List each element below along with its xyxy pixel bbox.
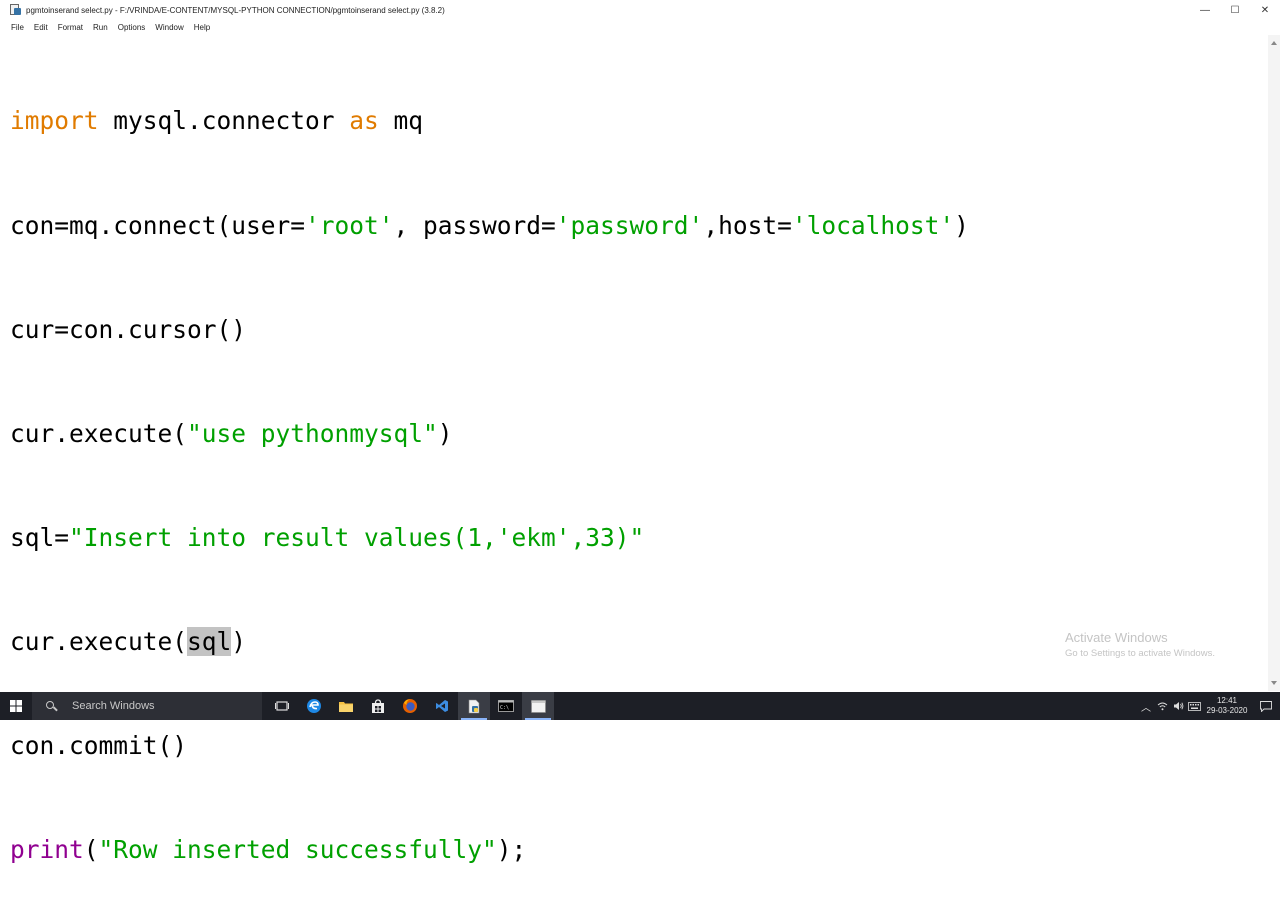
firefox-button[interactable] [394, 692, 426, 720]
python-window-icon [530, 699, 546, 713]
taskbar-clock[interactable]: 12:41 29-03-2020 [1202, 696, 1252, 716]
activation-watermark: Activate Windows Go to Settings to activ… [1065, 630, 1215, 659]
code-token: ) [231, 626, 247, 656]
code-line-4: cur.execute("use pythonmysql") [10, 417, 969, 452]
code-line-2: con=mq.connect(user='root', password='pa… [10, 209, 969, 244]
keyword: import [10, 106, 99, 136]
string-literal: "use pythonmysql" [187, 418, 438, 448]
search-placeholder: Search Windows [72, 700, 155, 712]
python-document-icon [468, 699, 480, 713]
firefox-icon [403, 699, 417, 713]
store-button[interactable] [362, 692, 394, 720]
keyword: as [349, 106, 379, 136]
string-literal: "Insert into result values(1,'ekm',33)" [69, 522, 645, 552]
scroll-down-icon[interactable] [1271, 681, 1277, 685]
menu-bar: File Edit Format Run Options Window Help [0, 20, 1280, 35]
windows-logo-icon [10, 700, 22, 712]
code-line-3: cur=con.cursor() [10, 313, 969, 348]
window-title: pgmtoinserand select.py - F:/VRINDA/E-CO… [26, 5, 445, 15]
taskbar-apps: C:\ [266, 692, 554, 720]
maximize-button[interactable]: ☐ [1220, 0, 1250, 20]
code-token: con=mq.connect(user= [10, 210, 306, 240]
watermark-subtitle: Go to Settings to activate Windows. [1065, 648, 1215, 659]
menu-format[interactable]: Format [58, 23, 83, 32]
code-token: ,host= [703, 210, 792, 240]
visual-studio-button[interactable] [426, 692, 458, 720]
code-token: , password= [393, 210, 556, 240]
clock-time: 12:41 [1216, 696, 1238, 705]
close-button[interactable]: ✕ [1250, 0, 1280, 20]
menu-file[interactable]: File [11, 23, 24, 32]
code-token: cur=con.cursor() [10, 314, 247, 344]
window-controls: — ☐ ✕ [1190, 0, 1280, 20]
task-view-button[interactable] [266, 692, 298, 720]
menu-run[interactable]: Run [93, 23, 108, 32]
watermark-title: Activate Windows [1065, 630, 1168, 645]
network-icon[interactable] [1154, 692, 1170, 720]
code-token: ) [954, 210, 969, 240]
visual-studio-icon [436, 700, 448, 712]
action-center-button[interactable] [1252, 692, 1280, 720]
edge-button[interactable] [298, 692, 330, 720]
string-literal: 'localhost' [791, 210, 955, 240]
file-explorer-button[interactable] [330, 692, 362, 720]
code-line-1: import mysql.connector as mq [10, 104, 969, 139]
code-token: sql= [10, 522, 70, 552]
system-tray: ︿ 12:41 29-03-2020 [1138, 692, 1280, 720]
notification-icon [1260, 700, 1272, 712]
menu-window[interactable]: Window [155, 23, 183, 32]
vertical-scrollbar[interactable] [1268, 35, 1280, 691]
scroll-up-icon[interactable] [1271, 41, 1277, 45]
start-button[interactable] [0, 692, 32, 720]
code-token: mysql.connector [98, 106, 350, 136]
task-view-icon [275, 701, 289, 711]
idle-editor-button[interactable] [458, 692, 490, 720]
code-token: ) [437, 418, 453, 448]
edge-icon [307, 699, 321, 713]
selected-text: sql [187, 626, 232, 656]
store-bag-icon [372, 698, 384, 713]
string-literal: 'password' [555, 210, 704, 240]
keyboard-language-icon[interactable] [1186, 692, 1202, 720]
minimize-button[interactable]: — [1190, 0, 1220, 20]
menu-edit[interactable]: Edit [34, 23, 48, 32]
clock-date: 29-03-2020 [1206, 706, 1248, 715]
string-literal: 'root' [305, 210, 394, 240]
svg-text:C:\: C:\ [500, 705, 509, 711]
idle-shell-button[interactable] [522, 692, 554, 720]
python-file-icon [10, 4, 22, 16]
code-token: ( [83, 835, 99, 865]
terminal-icon: C:\ [498, 700, 514, 712]
menu-options[interactable]: Options [118, 23, 146, 32]
folder-icon [339, 702, 353, 712]
code-line-8: print("Row inserted successfully"); [10, 833, 969, 868]
code-line-6: cur.execute(sql) [10, 625, 969, 660]
menu-help[interactable]: Help [194, 23, 210, 32]
taskbar-search-input[interactable]: Search Windows [32, 692, 262, 720]
code-token: ); [496, 835, 527, 865]
string-literal: "Row inserted successfully" [98, 835, 497, 865]
taskbar: Search Windows C:\ ︿ 12:41 29-03-2020 [0, 692, 1280, 720]
code-token: mq [378, 106, 424, 136]
code-token: con.commit() [10, 730, 188, 760]
show-hidden-icons-icon[interactable]: ︿ [1138, 692, 1154, 720]
code-line-5: sql="Insert into result values(1,'ekm',3… [10, 521, 969, 556]
code-token: cur.execute( [10, 626, 188, 656]
code-text[interactable]: import mysql.connector as mq con=mq.conn… [10, 35, 969, 902]
code-line-7: con.commit() [10, 729, 969, 764]
builtin-function: print [10, 835, 84, 865]
command-prompt-button[interactable]: C:\ [490, 692, 522, 720]
title-bar: pgmtoinserand select.py - F:/VRINDA/E-CO… [0, 0, 1280, 20]
code-token: cur.execute( [10, 418, 188, 448]
volume-icon[interactable] [1170, 692, 1186, 720]
